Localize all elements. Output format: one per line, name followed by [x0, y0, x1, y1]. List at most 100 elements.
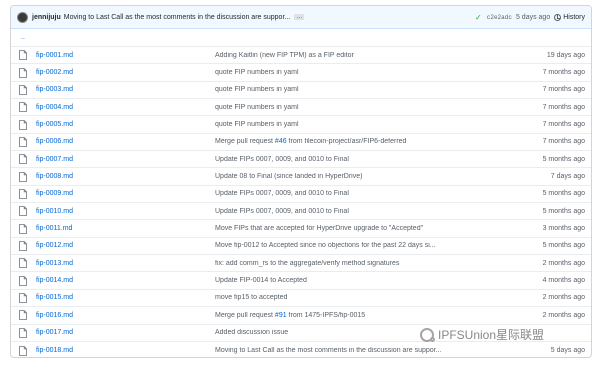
commit-message-link[interactable]: quote FIP numbers in yaml — [215, 121, 485, 128]
file-row[interactable]: fip-0012.md Move fip-0012 to Accepted sin… — [11, 238, 591, 256]
commit-message-text: quote FIP numbers in yaml — [215, 103, 299, 111]
file-row[interactable]: fip-0005.md quote FIP numbers in yaml 7 mo… — [11, 116, 591, 134]
parent-directory-link[interactable]: .. — [11, 29, 591, 47]
check-icon[interactable]: ✓ — [475, 13, 482, 22]
file-name-link[interactable]: fip-0016.md — [36, 312, 215, 319]
file-row[interactable]: fip-0003.md quote FIP numbers in yaml 7 mo… — [11, 82, 591, 100]
file-name-link[interactable]: fip-0003.md — [36, 86, 215, 93]
file-icon — [19, 327, 27, 338]
file-icon — [19, 189, 27, 199]
file-name-link[interactable]: fip-0017.md — [36, 329, 215, 336]
commit-message-text: quote FIP numbers in yaml — [215, 69, 299, 77]
file-name-link[interactable]: fip-0012.md — [36, 242, 215, 249]
commit-message-text: Moving to Last Call as the most comments… — [215, 347, 442, 355]
file-name-link[interactable]: fip-0009.md — [36, 190, 215, 197]
file-name-link[interactable]: fip-0001.md — [36, 52, 215, 59]
commit-author[interactable]: jennijuju — [32, 14, 61, 21]
file-row[interactable]: fip-0001.md Adding Kaitlin (new FIP TPM) … — [11, 47, 591, 65]
commit-message-link[interactable]: quote FIP numbers in yaml — [215, 86, 485, 93]
file-name-link[interactable]: fip-0005.md — [36, 121, 215, 128]
commit-message[interactable]: Moving to Last Call as the most comments… — [64, 14, 290, 21]
commit-date: 2 months ago — [542, 311, 585, 319]
commit-message-text: quote FIP numbers in yaml — [215, 121, 299, 129]
file-name-link[interactable]: fip-0006.md — [36, 138, 215, 145]
commit-date: 5 months ago — [542, 207, 585, 215]
file-icon — [19, 119, 27, 130]
file-row[interactable]: fip-0009.md Update FIPs 0007, 0009, and 0… — [11, 186, 591, 204]
file-row[interactable]: fip-0018.md Moving to Last Call as the mo… — [11, 342, 591, 357]
commit-message-link[interactable]: Merge pull request #91 from 1475-IPFS/fi… — [215, 312, 485, 319]
file-row[interactable]: fip-0011.md Move FIPs that are accepted f… — [11, 220, 591, 238]
commit-date: 7 months ago — [542, 69, 585, 77]
file-name-link[interactable]: fip-0018.md — [36, 347, 215, 354]
file-row[interactable]: fip-0017.md Added discussion issue — [11, 325, 591, 342]
commit-message-link[interactable]: Update FIP-0014 to Accepted — [215, 277, 485, 284]
commit-message-link[interactable]: Update FIPs 0007, 0009, and 0010 to Fina… — [215, 208, 485, 215]
history-link[interactable]: History — [554, 13, 585, 21]
commit-message-text: Move fip-0012 to Accepted since no objec… — [215, 242, 436, 250]
commit-date: 7 months ago — [542, 121, 585, 129]
commit-date: 7 months ago — [542, 138, 585, 146]
history-label: History — [563, 13, 585, 21]
commit-message-link[interactable]: move fip15 to accepted — [215, 294, 485, 301]
commit-message-link[interactable]: Move FIPs that are accepted for HyperDri… — [215, 225, 485, 232]
file-icon — [19, 84, 27, 95]
commit-date: 7 days ago — [550, 173, 585, 181]
file-name-link[interactable]: fip-0002.md — [36, 69, 215, 76]
file-name-link[interactable]: fip-0013.md — [36, 260, 215, 267]
pull-request-link[interactable]: #46 — [275, 138, 287, 145]
commit-message-link[interactable]: Adding Kaitlin (new FIP TPM) as a FIP ed… — [215, 52, 485, 59]
file-row[interactable]: fip-0002.md quote FIP numbers in yaml 7 mo… — [11, 64, 591, 82]
file-row[interactable]: fip-0013.md fix: add comm_rs to the aggre… — [11, 255, 591, 273]
commit-message-text: Added discussion issue — [215, 329, 289, 337]
file-row[interactable]: fip-0008.md Update 08 to Final (since lan… — [11, 168, 591, 186]
file-icon — [19, 50, 27, 61]
file-icon — [19, 206, 27, 217]
file-row[interactable]: fip-0014.md Update FIP-0014 to Accepted 4 … — [11, 272, 591, 290]
commit-message-link[interactable]: Update FIPs 0007, 0009, and 0010 to Fina… — [215, 156, 485, 163]
commit-message-link[interactable]: Added discussion issue — [215, 329, 485, 336]
commit-message-link[interactable]: Merge pull request #46 from filecoin-pro… — [215, 138, 485, 145]
file-name-link[interactable]: fip-0014.md — [36, 277, 215, 284]
commit-date: 7 months ago — [542, 103, 585, 111]
file-name-link[interactable]: fip-0007.md — [36, 156, 215, 163]
commit-date: 3 months ago — [542, 225, 585, 233]
avatar[interactable] — [17, 11, 28, 23]
commit-date: 7 months ago — [542, 86, 585, 94]
file-row[interactable]: fip-0015.md move fip15 to accepted 2 month… — [11, 290, 591, 308]
commit-message-link[interactable]: Moving to Last Call as the most comments… — [215, 347, 485, 354]
commit-message-link[interactable]: Update FIPs 0007, 0009, and 0010 to Fina… — [215, 190, 485, 197]
commit-message-text: from filecoin-project/asr/FIP6-deferred — [286, 138, 407, 146]
pull-request-link[interactable]: #91 — [275, 312, 287, 319]
expand-message-button[interactable]: … — [294, 14, 305, 20]
commit-message-text: Update FIPs 0007, 0009, and 0010 to Fina… — [215, 190, 349, 198]
commit-message-link[interactable]: quote FIP numbers in yaml — [215, 69, 485, 76]
file-name-link[interactable]: fip-0010.md — [36, 208, 215, 215]
commit-date: 2 months ago — [542, 259, 585, 267]
commit-message-text: Update FIP-0014 to Accepted — [215, 277, 307, 285]
file-icon — [19, 102, 27, 113]
file-icon — [19, 345, 27, 356]
commit-message-link[interactable]: Move fip-0012 to Accepted since no objec… — [215, 242, 485, 249]
file-icon — [19, 275, 27, 286]
file-row[interactable]: fip-0007.md Update FIPs 0007, 0009, and 0… — [11, 151, 591, 169]
file-row[interactable]: fip-0010.md Update FIPs 0007, 0009, and 0… — [11, 203, 591, 221]
file-icon — [19, 310, 27, 321]
commit-message-link[interactable]: fix: add comm_rs to the aggregate/verify… — [215, 260, 485, 267]
commit-message-text: Move FIPs that are accepted for HyperDri… — [215, 225, 424, 233]
commit-message-text: move fip15 to accepted — [215, 294, 288, 302]
file-icon — [19, 258, 27, 269]
commit-sha[interactable]: c2e2adc — [487, 14, 512, 21]
file-icon — [19, 136, 27, 147]
commit-message-link[interactable]: quote FIP numbers in yaml — [215, 104, 485, 111]
file-icon — [19, 67, 27, 78]
file-name-link[interactable]: fip-0011.md — [36, 225, 215, 232]
file-icon — [19, 171, 27, 182]
file-name-link[interactable]: fip-0008.md — [36, 173, 215, 180]
commit-message-link[interactable]: Update 08 to Final (since landed in Hype… — [215, 173, 485, 180]
file-row[interactable]: fip-0016.md Merge pull request #91 from 1… — [11, 307, 591, 325]
file-name-link[interactable]: fip-0004.md — [36, 104, 215, 111]
file-row[interactable]: fip-0006.md Merge pull request #46 from f… — [11, 134, 591, 152]
file-name-link[interactable]: fip-0015.md — [36, 294, 215, 301]
file-row[interactable]: fip-0004.md quote FIP numbers in yaml 7 mo… — [11, 99, 591, 117]
